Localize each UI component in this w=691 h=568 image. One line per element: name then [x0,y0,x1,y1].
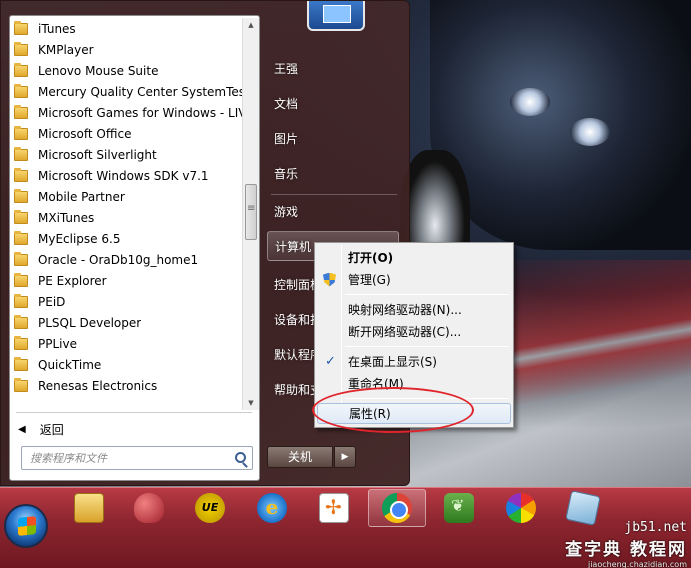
program-folder-item[interactable]: Lenovo Mouse Suite [10,60,250,81]
program-folder-item[interactable]: MXiTunes [10,207,250,228]
program-folder-item[interactable]: PEiD [10,291,250,312]
folder-icon [14,314,28,329]
taskbar-button-evernote[interactable] [430,489,488,527]
folder-icon [14,293,28,308]
start-button[interactable] [4,504,48,548]
folder-icon [14,209,28,224]
folder-icon [14,125,28,140]
taskbar-button-ultraedit[interactable]: UE [181,489,239,527]
folder-icon [14,167,28,182]
taskbar-button-app[interactable] [305,489,363,527]
right-item-pictures[interactable]: 图片 [267,123,399,153]
scroll-up-arrow-icon[interactable]: ▲ [243,18,259,32]
program-folder-item[interactable]: PLSQL Developer [10,312,250,333]
ultraedit-icon: UE [195,493,225,523]
program-folder-item[interactable]: Mercury Quality Center SystemTest [10,81,250,102]
user-picture-icon[interactable] [307,1,365,31]
chrome-icon [382,493,412,523]
program-folder-item[interactable]: PPLive [10,333,250,354]
program-folder-item[interactable]: Oracle - OraDb10g_home1 [10,249,250,270]
program-folder-item[interactable]: Microsoft Games for Windows - LIV [10,102,250,123]
folder-icon [14,335,28,350]
program-folder-item[interactable]: QuickTime [10,354,250,375]
taskbar-button-explorer[interactable] [60,489,118,527]
all-programs-list[interactable]: iTunes KMPlayer Lenovo Mouse Suite Mercu… [10,18,250,410]
database-icon [134,493,164,523]
divider [16,412,252,413]
program-folder-item[interactable]: Microsoft Silverlight [10,144,250,165]
folder-icon [14,83,28,98]
right-item-user[interactable]: 王强 [267,53,399,83]
folder-icon [14,356,28,371]
start-menu-left-pane: iTunes KMPlayer Lenovo Mouse Suite Mercu… [9,15,260,481]
highlight-annotation-ellipse [312,387,474,433]
windows-logo-icon [18,516,36,536]
right-item-games[interactable]: 游戏 [267,196,399,226]
folder-icon [14,20,28,35]
back-button[interactable]: ◀ 返回 [10,414,259,444]
program-folder-item[interactable]: KMPlayer [10,39,250,60]
right-item-music[interactable]: 音乐 [267,158,399,188]
context-menu-open[interactable]: 打开(O) [317,247,511,268]
shutdown-button[interactable]: 关机 [267,446,333,468]
folder-icon [14,104,28,119]
evernote-icon [444,493,474,523]
program-folder-item[interactable]: iTunes [10,18,250,39]
taskbar-button-pinwheel[interactable] [492,489,550,527]
shutdown-options-arrow-icon[interactable]: ▶ [334,446,356,468]
taskbar-button-chrome[interactable] [368,489,426,527]
folder-icon [14,62,28,77]
folder-icon [14,251,28,266]
program-folder-item[interactable]: PE Explorer [10,270,250,291]
program-list-scrollbar[interactable]: ▲ ▼ [242,18,259,410]
program-folder-item[interactable]: Mobile Partner [10,186,250,207]
car-headlight [570,118,610,146]
start-search-box[interactable] [21,446,253,470]
taskbar-button-ie[interactable]: e [243,489,301,527]
context-menu-map-drive[interactable]: 映射网络驱动器(N)... [317,299,511,320]
pinwheel-icon [506,493,536,523]
program-folder-item[interactable]: Microsoft Windows SDK v7.1 [10,165,250,186]
folder-icon [14,272,28,287]
context-menu-show-on-desktop[interactable]: ✓ 在桌面上显示(S) [317,351,511,372]
app-icon [319,493,349,523]
context-menu-disconnect-drive[interactable]: 断开网络驱动器(C)... [317,321,511,342]
search-input[interactable] [22,447,222,470]
explorer-icon [74,493,104,523]
uac-shield-icon [323,272,336,287]
check-icon: ✓ [325,354,336,369]
program-folder-item[interactable]: MyEclipse 6.5 [10,228,250,249]
scrollbar-thumb[interactable] [245,184,257,240]
divider [345,346,509,347]
internet-explorer-icon: e [257,493,287,523]
watermark: jb51.net 查字典 教程网 jiaocheng.chazidian.com [565,520,687,568]
scroll-down-arrow-icon[interactable]: ▼ [243,396,259,410]
program-folder-item[interactable]: Renesas Electronics [10,375,250,396]
search-icon[interactable] [235,452,246,463]
divider [271,194,397,195]
folder-icon [14,188,28,203]
car-headlight [510,88,550,116]
right-item-documents[interactable]: 文档 [267,88,399,118]
back-arrow-icon: ◀ [18,423,26,435]
folder-icon [14,146,28,161]
folder-icon [14,41,28,56]
context-menu-manage[interactable]: 管理(G) [317,269,511,290]
folder-icon [14,377,28,392]
folder-icon [14,230,28,245]
taskbar-button-database[interactable] [120,489,178,527]
divider [345,294,509,295]
program-folder-item[interactable]: Microsoft Office [10,123,250,144]
